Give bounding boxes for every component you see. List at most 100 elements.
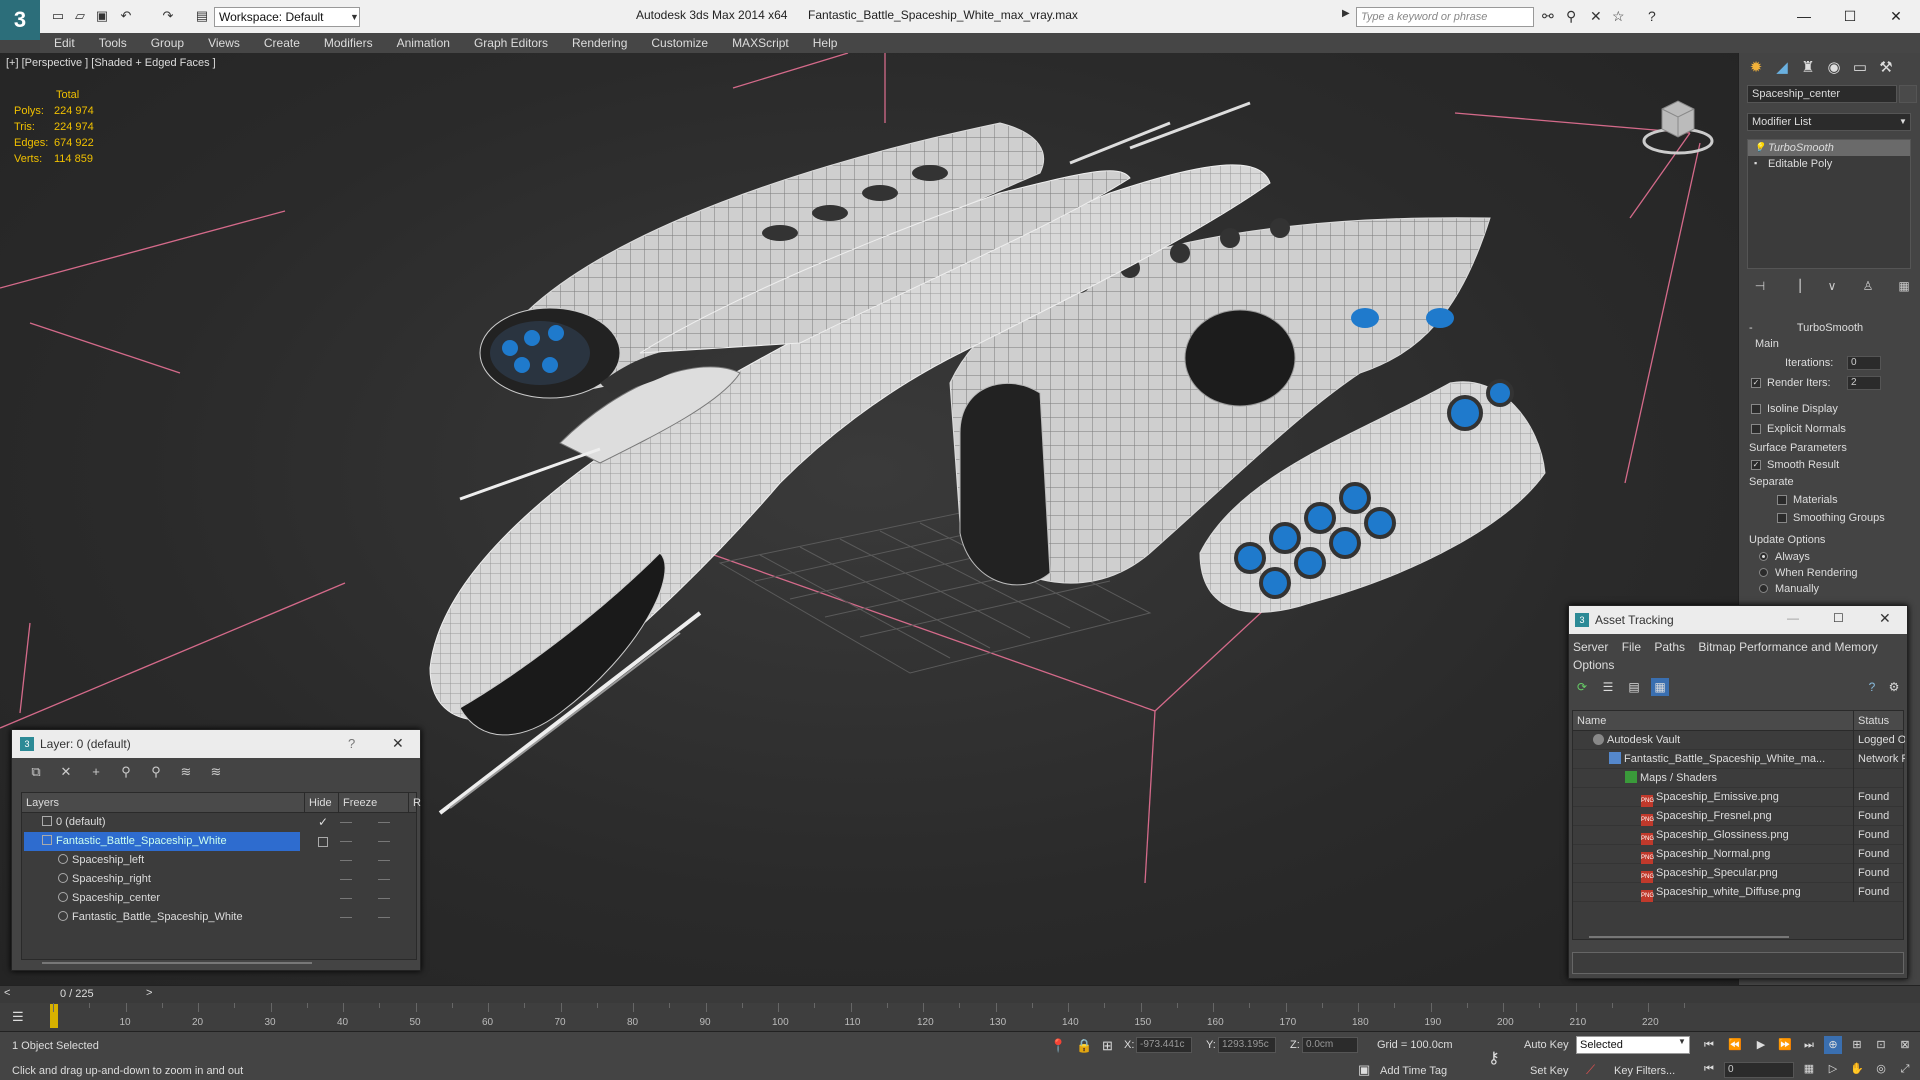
layer-col-hide[interactable]: Hide bbox=[304, 793, 332, 813]
hide-all-layers-icon[interactable]: ≋ bbox=[176, 763, 196, 781]
zoom-extents-all-icon[interactable]: ⊠ bbox=[1896, 1036, 1914, 1054]
asset-maximize-button[interactable]: ☐ bbox=[1833, 611, 1844, 625]
previous-frame-icon[interactable]: ⏪ bbox=[1726, 1036, 1744, 1054]
asset-minimize-button[interactable]: — bbox=[1787, 611, 1799, 625]
asset-row[interactable]: Maps / Shaders bbox=[1573, 769, 1903, 788]
list-view-icon[interactable]: ☰ bbox=[1599, 678, 1617, 696]
favorites-star-icon[interactable]: ☆ bbox=[1612, 8, 1625, 25]
project-folder-icon[interactable]: ▤ bbox=[194, 8, 210, 24]
layer-row[interactable]: Spaceship_right bbox=[22, 870, 416, 889]
layer-dialog-close-button[interactable]: ✕ bbox=[392, 735, 404, 752]
zoom-icon[interactable]: ⊕ bbox=[1824, 1036, 1842, 1054]
zoom-all-icon[interactable]: ⊞ bbox=[1848, 1036, 1866, 1054]
redo-icon[interactable]: ↷ bbox=[160, 8, 176, 24]
iterations-spinner[interactable]: 0 bbox=[1847, 356, 1881, 370]
menu-animation[interactable]: Animation bbox=[385, 36, 462, 50]
key-mode-dropdown-arrow-icon[interactable]: ▼ bbox=[1678, 1037, 1686, 1046]
workspace-dropdown[interactable]: Workspace: Default bbox=[214, 7, 360, 27]
delete-layer-icon[interactable]: ✕ bbox=[56, 763, 76, 781]
time-configuration-icon[interactable]: ▦ bbox=[1800, 1060, 1818, 1078]
asset-menu-server[interactable]: Server bbox=[1573, 640, 1608, 654]
rollout-header[interactable]: - TurboSmooth bbox=[1745, 321, 1915, 335]
layer-col-layers[interactable]: Layers bbox=[26, 793, 59, 813]
layer-row[interactable]: Spaceship_center bbox=[22, 889, 416, 908]
smooth-result-checkbox[interactable]: ✓ bbox=[1751, 460, 1761, 470]
asset-menu-paths[interactable]: Paths bbox=[1654, 640, 1685, 654]
communication-center-icon[interactable]: ⚲ bbox=[1566, 8, 1576, 25]
menu-customize[interactable]: Customize bbox=[639, 36, 720, 50]
freeze-toggle[interactable] bbox=[378, 879, 390, 880]
menu-help[interactable]: Help bbox=[801, 36, 850, 50]
modify-tab-icon[interactable]: ◢ bbox=[1771, 57, 1793, 79]
object-color-swatch[interactable] bbox=[1899, 85, 1917, 103]
asset-horizontal-scrollbar[interactable] bbox=[1589, 936, 1789, 938]
detail-view-icon[interactable]: ▤ bbox=[1625, 678, 1643, 696]
highlight-layer-icon[interactable]: ⚲ bbox=[146, 763, 166, 781]
track-bar[interactable]: ☰ 10 20 30 40 50 60 70 80 90 100 110 120 130 140 150 16… bbox=[0, 1003, 1920, 1031]
always-radio[interactable] bbox=[1759, 552, 1768, 561]
menu-create[interactable]: Create bbox=[252, 36, 312, 50]
next-frame-icon[interactable]: ⏩ bbox=[1776, 1036, 1794, 1054]
asset-col-name[interactable]: Name bbox=[1577, 711, 1606, 731]
add-to-layer-icon[interactable]: + bbox=[86, 763, 106, 781]
workspace-dropdown-arrow-icon[interactable]: ▼ bbox=[350, 7, 362, 27]
key-filters-button[interactable]: Key Filters... bbox=[1614, 1065, 1675, 1077]
layer-row[interactable]: Spaceship_left bbox=[22, 851, 416, 870]
x-coordinate-field[interactable]: -973.441c bbox=[1136, 1037, 1192, 1053]
menu-rendering[interactable]: Rendering bbox=[560, 36, 639, 50]
hide-toggle[interactable] bbox=[340, 860, 352, 861]
asset-row[interactable]: PNG Spaceship_Emissive.png Found bbox=[1573, 788, 1903, 807]
hide-toggle[interactable] bbox=[340, 917, 352, 918]
freeze-toggle[interactable] bbox=[378, 860, 390, 861]
search-input[interactable]: Type a keyword or phrase bbox=[1356, 7, 1534, 27]
help-icon[interactable]: ? bbox=[1648, 8, 1656, 24]
freeze-toggle[interactable] bbox=[378, 822, 390, 823]
materials-checkbox[interactable] bbox=[1777, 495, 1787, 505]
layer-col-render[interactable]: R bbox=[408, 793, 421, 813]
viewport-label[interactable]: [+] [Perspective ] [Shaded + Edged Faces… bbox=[6, 57, 216, 69]
field-of-view-icon[interactable]: ▷ bbox=[1824, 1060, 1842, 1078]
time-slider[interactable]: < 0 / 225 > bbox=[0, 985, 1920, 1003]
exchange-icon[interactable]: ✕ bbox=[1590, 8, 1602, 25]
orbit-icon[interactable]: ◎ bbox=[1872, 1060, 1890, 1078]
go-to-start-icon[interactable]: ⏮ bbox=[1700, 1036, 1718, 1054]
search-expand-icon[interactable]: ▶ bbox=[1342, 8, 1350, 19]
layer-col-freeze[interactable]: Freeze bbox=[338, 793, 377, 813]
binoculars-icon[interactable]: ⚯ bbox=[1542, 8, 1554, 25]
freeze-toggle[interactable] bbox=[378, 841, 390, 842]
auto-key-button[interactable]: Auto Key bbox=[1524, 1039, 1569, 1051]
zoom-extents-icon[interactable]: ⊡ bbox=[1872, 1036, 1890, 1054]
motion-tab-icon[interactable]: ◉ bbox=[1823, 57, 1845, 79]
key-filter-icon[interactable]: ⟋ bbox=[1586, 1062, 1595, 1078]
layer-dialog-title-bar[interactable]: 3 Layer: 0 (default) ? ✕ bbox=[12, 730, 420, 758]
undo-icon[interactable]: ↶ bbox=[118, 8, 134, 24]
pin-stack-icon[interactable]: ⊣ bbox=[1751, 277, 1769, 295]
asset-menu-bitmap[interactable]: Bitmap Performance and Memory bbox=[1698, 640, 1877, 654]
show-end-result-icon[interactable]: ▕ bbox=[1787, 277, 1805, 295]
current-frame-field[interactable]: 0 bbox=[1724, 1062, 1794, 1078]
asset-col-status[interactable]: Status bbox=[1853, 711, 1905, 731]
asset-settings-icon[interactable]: ⚙ bbox=[1885, 678, 1903, 696]
display-tab-icon[interactable]: ▭ bbox=[1849, 57, 1871, 79]
maximize-viewport-icon[interactable]: ⤢ bbox=[1896, 1060, 1914, 1078]
utilities-tab-icon[interactable]: ⚒ bbox=[1875, 57, 1897, 79]
maximize-button[interactable]: ☐ bbox=[1830, 4, 1870, 28]
create-layer-icon[interactable]: ⧉ bbox=[26, 763, 46, 781]
object-name-field[interactable]: Spaceship_center bbox=[1747, 85, 1897, 103]
menu-modifiers[interactable]: Modifiers bbox=[312, 36, 385, 50]
stack-item-editable-poly[interactable]: ▪ Editable Poly bbox=[1748, 156, 1910, 172]
layer-row[interactable]: Fantastic_Battle_Spaceship_White bbox=[22, 832, 416, 851]
asset-row[interactable]: PNG Spaceship_Glossiness.png Found bbox=[1573, 826, 1903, 845]
freeze-all-layers-icon[interactable]: ≋ bbox=[206, 763, 226, 781]
current-layer-check-icon[interactable]: ✓ bbox=[318, 813, 328, 832]
set-current-layer-box[interactable] bbox=[318, 837, 328, 847]
remove-modifier-icon[interactable]: ♙ bbox=[1859, 277, 1877, 295]
set-key-button[interactable]: Set Key bbox=[1530, 1065, 1569, 1077]
hide-toggle[interactable] bbox=[340, 841, 352, 842]
save-file-icon[interactable]: ▣ bbox=[94, 8, 110, 24]
asset-row[interactable]: Autodesk Vault Logged O bbox=[1573, 731, 1905, 750]
make-unique-icon[interactable]: ∨ bbox=[1823, 277, 1841, 295]
configure-modifier-sets-icon[interactable]: ▦ bbox=[1895, 277, 1913, 295]
manually-radio[interactable] bbox=[1759, 584, 1768, 593]
refresh-icon[interactable]: ⟳ bbox=[1573, 678, 1591, 696]
